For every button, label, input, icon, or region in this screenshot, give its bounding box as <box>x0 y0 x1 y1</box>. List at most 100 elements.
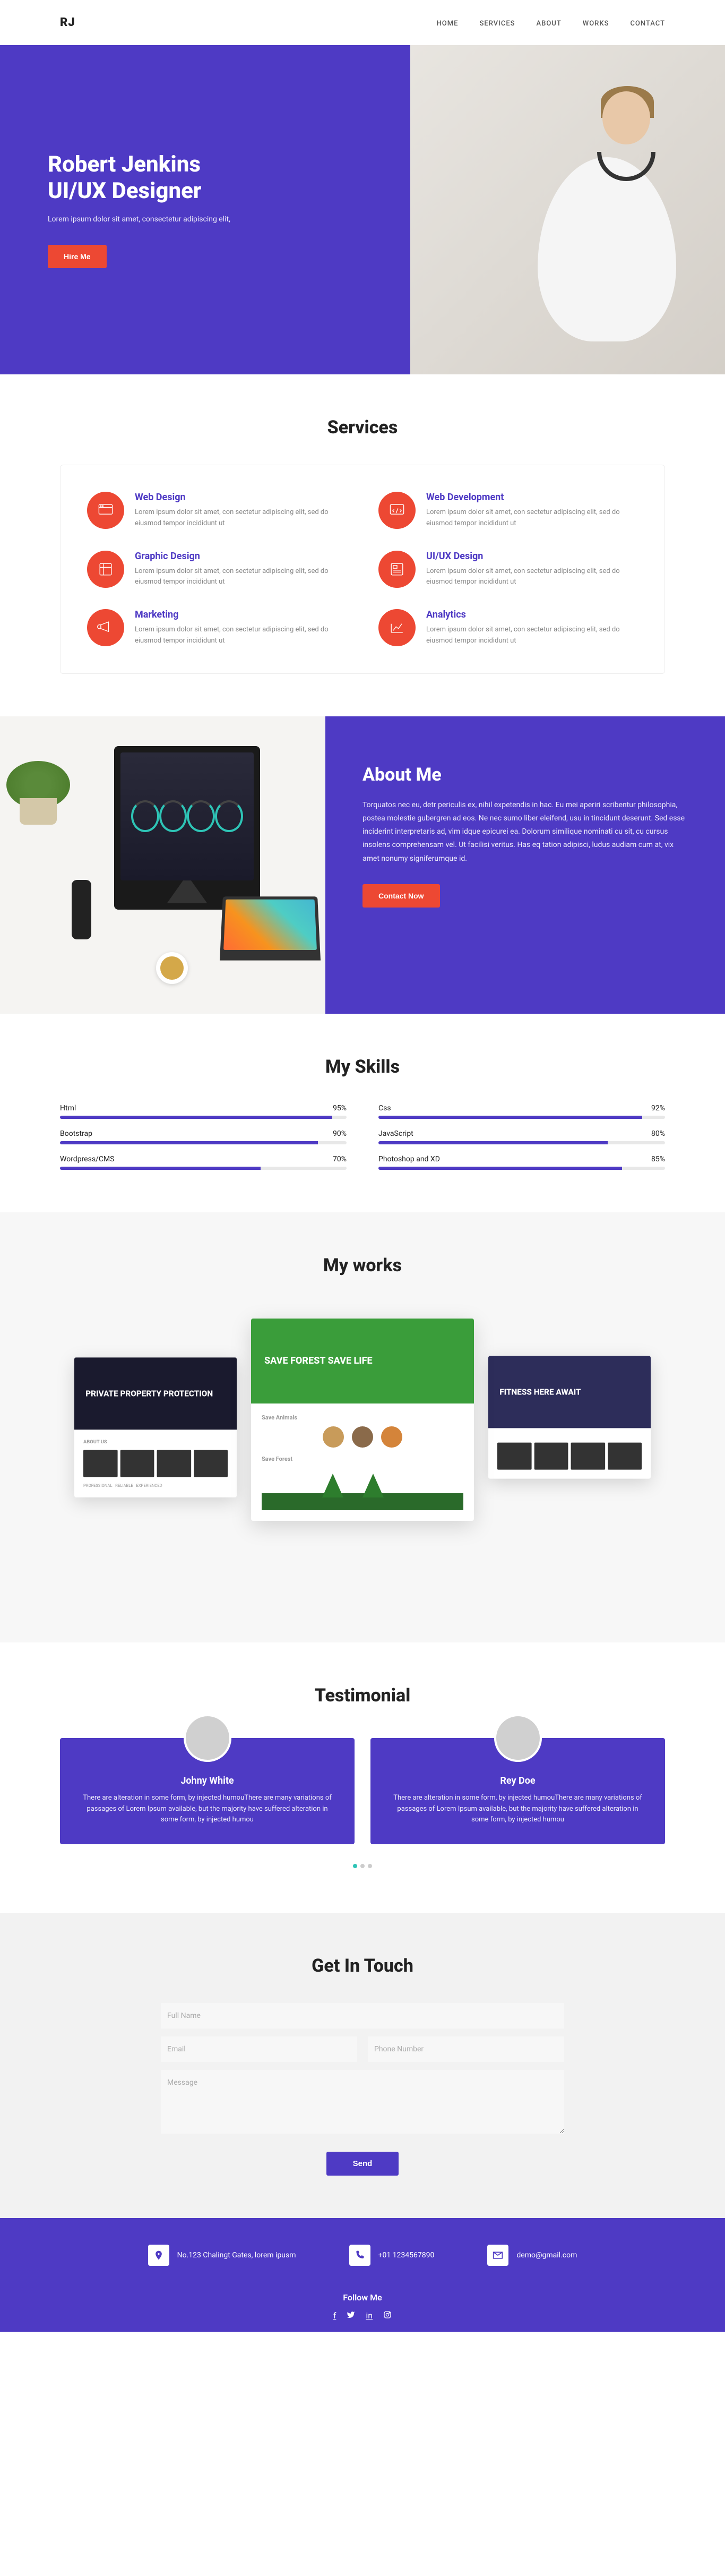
avatar <box>494 1714 542 1762</box>
service-icon <box>87 551 124 588</box>
contact-section: Get In Touch Send <box>0 1913 725 2218</box>
about-title: About Me <box>362 764 688 785</box>
skill-pct: 70% <box>333 1155 347 1163</box>
services-title: Services <box>60 417 665 438</box>
email-icon <box>487 2245 508 2266</box>
testimonial-card-2: Rey Doe There are alteration in some for… <box>370 1738 665 1844</box>
work-card-2[interactable]: SAVE FOREST SAVE LIFE Save Animals Save … <box>251 1319 474 1521</box>
footer-email: demo@gmail.com <box>487 2245 577 2266</box>
skill-name: Photoshop and XD <box>378 1155 440 1163</box>
service-name: Graphic Design <box>135 551 347 562</box>
works-title: My works <box>60 1255 665 1276</box>
skill-item: Css 92% <box>378 1104 665 1119</box>
footer: No.123 Chalingt Gates, lorem ipusm +01 1… <box>0 2218 725 2332</box>
service-desc: Lorem ipsum dolor sit amet, con sectetur… <box>426 507 638 529</box>
linkedin-icon[interactable]: in <box>366 2310 373 2321</box>
about-section: About Me Torquatos nec eu, detr periculi… <box>0 716 725 1014</box>
follow-title: Follow Me <box>60 2292 665 2303</box>
nav-home[interactable]: HOME <box>437 20 459 28</box>
skill-name: Css <box>378 1104 391 1112</box>
carousel-dots[interactable] <box>60 1860 665 1870</box>
testimonial-name: Rey Doe <box>389 1775 646 1786</box>
skill-item: Bootstrap 90% <box>60 1129 347 1144</box>
skill-item: JavaScript 80% <box>378 1129 665 1144</box>
service-item: Web Design Lorem ipsum dolor sit amet, c… <box>87 492 347 529</box>
hero-image <box>410 45 725 374</box>
footer-phone: +01 1234567890 <box>349 2245 435 2266</box>
service-item: Marketing Lorem ipsum dolor sit amet, co… <box>87 609 347 647</box>
work-card-1[interactable]: PRIVATE PROPERTY PROTECTION ABOUT USPROF… <box>74 1357 237 1497</box>
service-name: Web Design <box>135 492 347 503</box>
testimonial-section: Testimonial Johny White There are altera… <box>0 1642 725 1913</box>
name-input[interactable] <box>161 2003 564 2029</box>
avatar <box>184 1714 231 1762</box>
testimonial-text: There are alteration in some form, by in… <box>389 1793 646 1826</box>
skill-pct: 90% <box>333 1129 347 1138</box>
skill-name: Bootstrap <box>60 1129 92 1138</box>
phone-input[interactable] <box>368 2036 564 2062</box>
footer-address: No.123 Chalingt Gates, lorem ipusm <box>148 2245 296 2266</box>
hero-section: Robert JenkinsUI/UX Designer Lorem ipsum… <box>0 45 725 374</box>
nav-about[interactable]: ABOUT <box>537 20 562 28</box>
skill-pct: 80% <box>651 1129 665 1138</box>
hire-me-button[interactable]: Hire Me <box>48 245 107 268</box>
about-image <box>0 716 325 1014</box>
service-item: UI/UX Design Lorem ipsum dolor sit amet,… <box>378 551 638 588</box>
service-item: Graphic Design Lorem ipsum dolor sit ame… <box>87 551 347 588</box>
service-icon <box>87 492 124 529</box>
service-item: Web Development Lorem ipsum dolor sit am… <box>378 492 638 529</box>
send-button[interactable]: Send <box>326 2152 399 2176</box>
service-name: UI/UX Design <box>426 551 638 562</box>
nav-contact[interactable]: CONTACT <box>630 20 665 28</box>
twitter-icon[interactable] <box>347 2310 355 2321</box>
contact-title: Get In Touch <box>60 1955 665 1976</box>
facebook-icon[interactable]: f <box>333 2310 336 2321</box>
email-input[interactable] <box>161 2036 357 2062</box>
skill-item: Wordpress/CMS 70% <box>60 1155 347 1170</box>
service-icon <box>87 609 124 646</box>
skills-section: My Skills Html 95% Css 92% Bootstrap 90% Ja… <box>0 1014 725 1212</box>
nav-works[interactable]: WORKS <box>583 20 609 28</box>
logo[interactable]: RJ <box>60 16 75 29</box>
header: RJ HOME SERVICES ABOUT WORKS CONTACT <box>0 0 725 45</box>
service-name: Analytics <box>426 609 638 620</box>
instagram-icon[interactable] <box>383 2310 392 2321</box>
phone-icon <box>349 2245 370 2266</box>
location-icon <box>148 2245 169 2266</box>
skill-pct: 92% <box>651 1104 665 1112</box>
service-icon <box>378 492 416 529</box>
service-name: Web Development <box>426 492 638 503</box>
skill-item: Photoshop and XD 85% <box>378 1155 665 1170</box>
service-desc: Lorem ipsum dolor sit amet, con sectetur… <box>135 624 347 647</box>
service-desc: Lorem ipsum dolor sit amet, con sectetur… <box>135 566 347 588</box>
contact-form: Send <box>161 2003 564 2176</box>
skills-title: My Skills <box>60 1056 665 1077</box>
works-section: My works PRIVATE PROPERTY PROTECTION ABO… <box>0 1212 725 1642</box>
skill-name: Html <box>60 1104 76 1112</box>
service-item: Analytics Lorem ipsum dolor sit amet, co… <box>378 609 638 647</box>
service-icon <box>378 609 416 646</box>
services-section: Services Web Design Lorem ipsum dolor si… <box>0 374 725 716</box>
hero-subtitle: Lorem ipsum dolor sit amet, consectetur … <box>48 215 230 224</box>
service-desc: Lorem ipsum dolor sit amet, con sectetur… <box>426 624 638 647</box>
skill-name: JavaScript <box>378 1129 413 1138</box>
nav-services[interactable]: SERVICES <box>479 20 515 28</box>
skill-item: Html 95% <box>60 1104 347 1119</box>
about-body: Torquatos nec eu, detr periculis ex, nih… <box>362 799 688 866</box>
skill-name: Wordpress/CMS <box>60 1155 114 1163</box>
skill-pct: 85% <box>651 1155 665 1163</box>
main-nav: HOME SERVICES ABOUT WORKS CONTACT <box>437 18 665 28</box>
testimonial-name: Johny White <box>79 1775 336 1786</box>
testimonial-card-1: Johny White There are alteration in some… <box>60 1738 355 1844</box>
hero-title: Robert JenkinsUI/UX Designer <box>48 151 230 205</box>
service-icon <box>378 551 416 588</box>
message-input[interactable] <box>161 2070 564 2134</box>
service-desc: Lorem ipsum dolor sit amet, con sectetur… <box>426 566 638 588</box>
service-name: Marketing <box>135 609 347 620</box>
work-card-3[interactable]: FITNESS HERE AWAIT <box>488 1356 651 1478</box>
testimonial-text: There are alteration in some form, by in… <box>79 1793 336 1826</box>
contact-now-button[interactable]: Contact Now <box>362 884 440 908</box>
service-desc: Lorem ipsum dolor sit amet, con sectetur… <box>135 507 347 529</box>
testimonial-title: Testimonial <box>60 1685 665 1706</box>
skill-pct: 95% <box>333 1104 347 1112</box>
